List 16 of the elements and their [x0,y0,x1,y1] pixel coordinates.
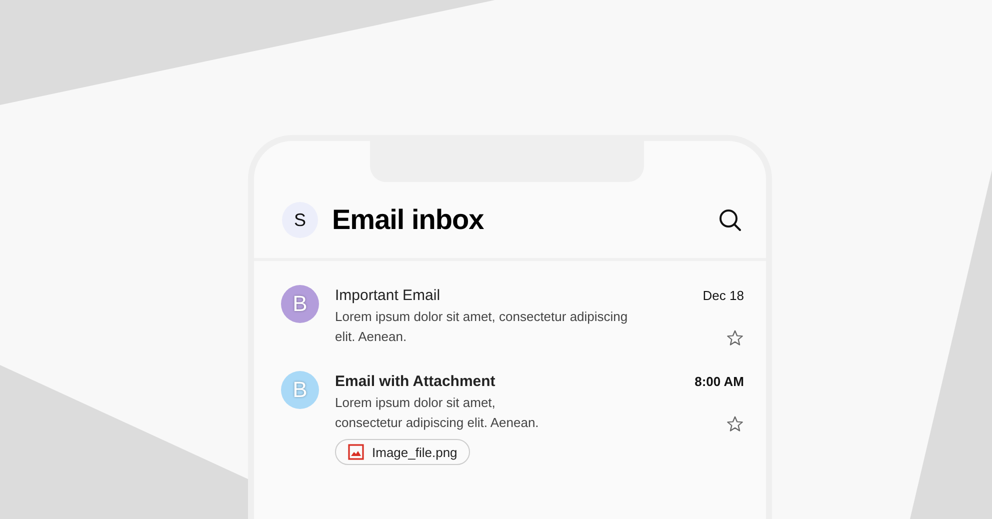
email-preview: Lorem ipsum dolor sit amet, consectetur adipiscing elit. Aenean. [335,394,540,432]
star-icon[interactable] [726,415,744,433]
image-icon [348,444,364,460]
attachment-chip[interactable]: Image_file.png [335,439,470,465]
page-title: Email inbox [332,204,485,236]
attachment-name: Image_file.png [372,444,458,460]
search-icon[interactable] [718,208,742,232]
user-avatar[interactable]: S [282,202,318,238]
sender-name: Important Email [335,287,442,304]
sender-avatar: B [281,285,319,323]
sender-avatar: B [281,371,319,409]
star-icon[interactable] [726,329,744,347]
email-time: Dec 18 [702,288,744,303]
email-preview: Lorem ipsum dolor sit amet, consectetur adipiscing elit. Aenean. [335,308,629,346]
email-time: 8:00 AM [694,374,744,389]
sender-name: Email with Attachment [335,373,496,390]
